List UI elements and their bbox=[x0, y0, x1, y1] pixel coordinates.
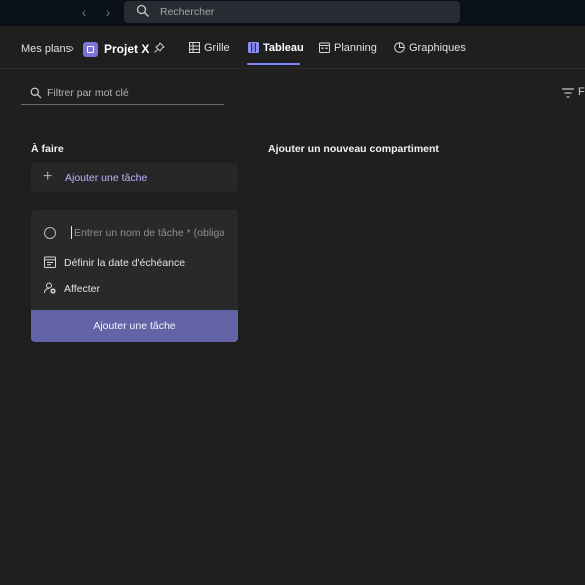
assign-person-icon bbox=[44, 282, 56, 294]
plan-logo-icon bbox=[83, 42, 98, 57]
set-due-date-label: Définir la date d'échéance bbox=[64, 257, 186, 269]
plan-title[interactable]: Projet X bbox=[104, 42, 149, 56]
calendar-icon bbox=[319, 42, 330, 53]
filter-placeholder: Filtrer par mot clé bbox=[47, 87, 129, 99]
tab-board[interactable]: Tableau bbox=[248, 42, 304, 58]
tab-charts-label: Graphiques bbox=[409, 42, 466, 54]
new-task-card: Entrer un nom de tâche * (obligatoire) D… bbox=[31, 210, 238, 342]
keyword-filter-input[interactable]: Filtrer par mot clé bbox=[21, 84, 224, 105]
chart-icon bbox=[394, 42, 405, 53]
add-task-label: Ajouter une tâche bbox=[65, 172, 148, 184]
search-placeholder: Rechercher bbox=[160, 6, 215, 18]
search-icon bbox=[30, 87, 42, 99]
submit-add-task-button[interactable]: Ajouter une tâche bbox=[31, 310, 238, 342]
active-tab-indicator bbox=[247, 63, 300, 65]
task-name-placeholder: Entrer un nom de tâche * (obligatoire) bbox=[74, 227, 224, 239]
submit-add-task-label: Ajouter une tâche bbox=[93, 320, 176, 332]
grid-icon bbox=[189, 42, 200, 53]
tab-grid[interactable]: Grille bbox=[189, 42, 230, 58]
tab-schedule-label: Planning bbox=[334, 42, 377, 54]
pin-icon[interactable] bbox=[153, 42, 165, 54]
plus-icon: + bbox=[43, 168, 53, 185]
text-cursor bbox=[71, 226, 72, 239]
plan-header: Mes plans › Projet X Grille Tableau Plan… bbox=[0, 26, 585, 69]
assign-label: Affecter bbox=[64, 283, 100, 295]
filter-icon[interactable] bbox=[562, 87, 574, 99]
tab-board-label: Tableau bbox=[263, 42, 304, 54]
tab-grid-label: Grille bbox=[204, 42, 230, 54]
breadcrumb-chevron-icon: › bbox=[70, 41, 74, 55]
search-box[interactable]: Rechercher bbox=[124, 1, 460, 23]
filter-button-label[interactable]: F bbox=[578, 86, 585, 98]
calendar-icon bbox=[44, 256, 56, 268]
search-icon bbox=[136, 4, 149, 17]
bucket-title[interactable]: À faire bbox=[31, 143, 64, 155]
chevron-right-icon[interactable]: › bbox=[100, 4, 116, 20]
chevron-left-icon[interactable]: ‹ bbox=[76, 4, 92, 20]
tab-schedule[interactable]: Planning bbox=[319, 42, 377, 58]
task-complete-radio[interactable] bbox=[44, 227, 56, 239]
add-task-button[interactable]: + Ajouter une tâche bbox=[31, 163, 238, 192]
board-icon bbox=[248, 42, 259, 53]
task-name-input[interactable]: Entrer un nom de tâche * (obligatoire) bbox=[71, 224, 226, 242]
title-bar: ‹ › Rechercher bbox=[0, 0, 585, 26]
add-bucket-button[interactable]: Ajouter un nouveau compartiment bbox=[268, 143, 439, 155]
breadcrumb-my-plans[interactable]: Mes plans bbox=[21, 43, 71, 55]
tab-charts[interactable]: Graphiques bbox=[394, 42, 466, 58]
